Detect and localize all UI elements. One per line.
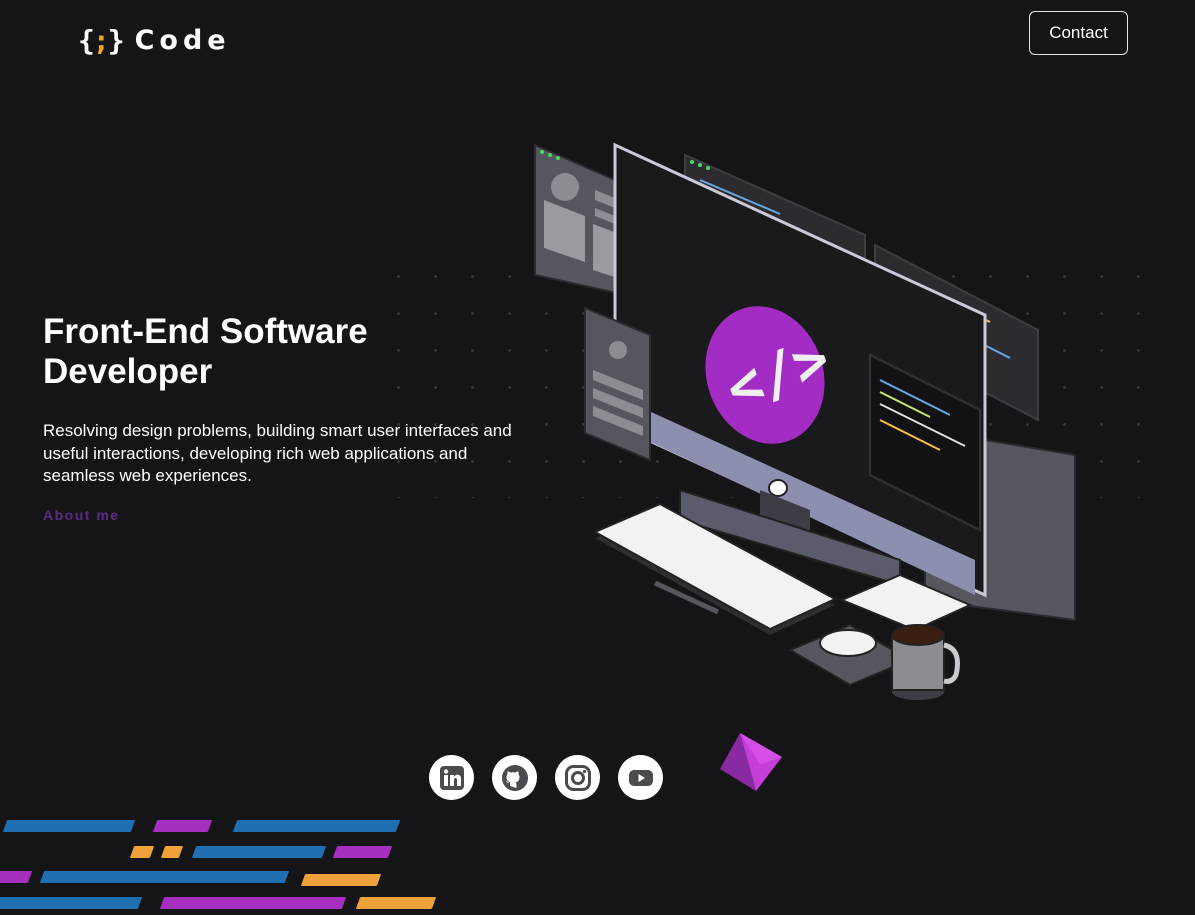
hero-title: Front-End Software Developer <box>43 312 368 391</box>
about-me-link[interactable]: About me <box>43 507 120 523</box>
youtube-icon <box>628 769 653 786</box>
logo-text: Code <box>134 24 231 56</box>
code-bars-decoration <box>0 815 440 915</box>
github-icon <box>501 764 528 791</box>
social-links <box>429 755 663 800</box>
linkedin-link[interactable] <box>429 755 474 800</box>
floating-list-panel <box>584 306 651 462</box>
instagram-icon <box>564 764 591 791</box>
github-link[interactable] <box>492 755 537 800</box>
developer-workstation-illustration: </> <box>534 142 1076 700</box>
hero-description: Resolving design problems, building smar… <box>43 421 512 485</box>
pyramid-decoration <box>720 733 782 791</box>
mouse <box>819 629 877 657</box>
contact-button[interactable]: Contact <box>1029 11 1128 55</box>
logo-brace-icon: {;} <box>78 23 125 57</box>
linkedin-icon <box>439 765 464 790</box>
instagram-link[interactable] <box>555 755 600 800</box>
coffee-mug <box>891 624 960 700</box>
logo[interactable]: {;} Code <box>78 22 231 58</box>
youtube-link[interactable] <box>618 755 663 800</box>
